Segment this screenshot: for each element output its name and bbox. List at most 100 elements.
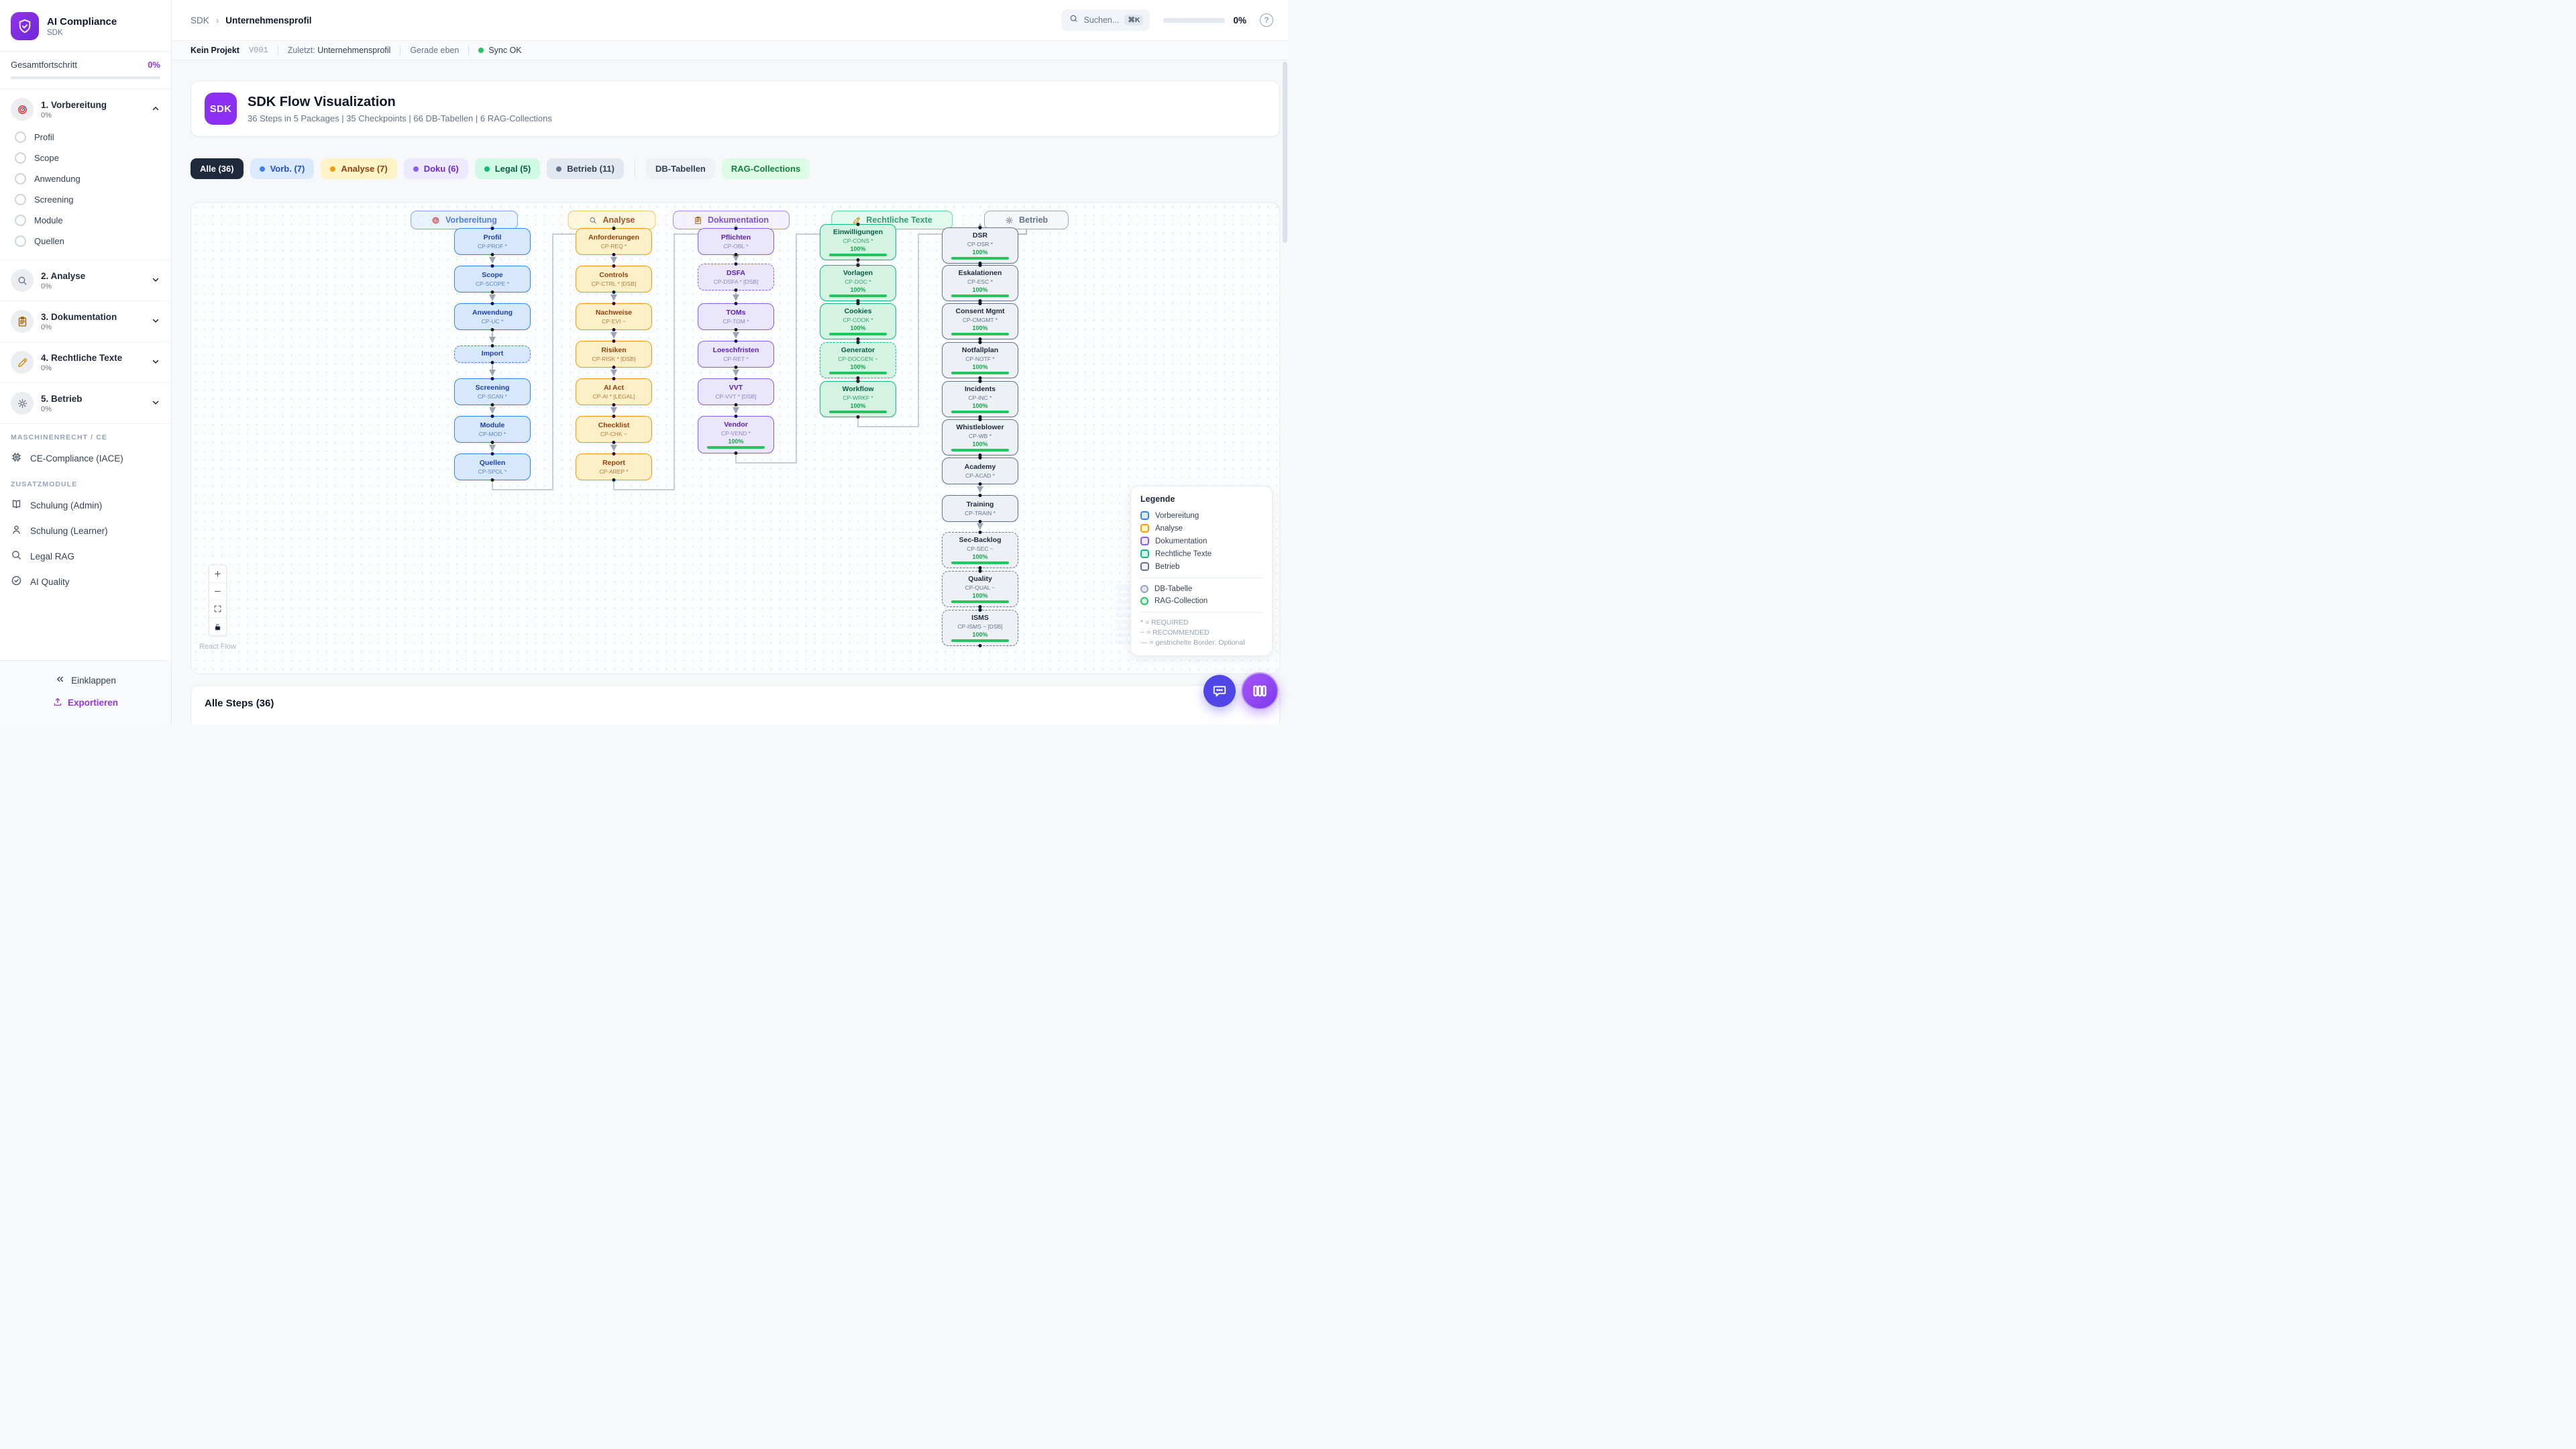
node-progress-value: 100% <box>850 246 865 252</box>
flow-canvas[interactable]: Legende VorbereitungAnalyseDokumentation… <box>191 202 1280 674</box>
package-header-prep[interactable]: Vorbereitung <box>411 211 518 229</box>
section-progress: 0% <box>41 364 144 372</box>
sidebar-link-schulung-learner-[interactable]: Schulung (Learner) <box>0 518 171 543</box>
flow-node-nachweise[interactable]: NachweiseCP-EVI ~ <box>576 303 652 330</box>
search-input[interactable]: Suchen... ⌘K <box>1061 9 1150 31</box>
flow-node-profil[interactable]: ProfilCP-PROF * <box>454 228 531 255</box>
flow-node-vendor[interactable]: VendorCP-VEND *100% <box>698 416 774 453</box>
sidebar-section-header-3[interactable]: 3. Dokumentation 0% <box>0 305 171 337</box>
step-status-circle <box>15 131 26 143</box>
package-header-analyse[interactable]: Analyse <box>568 211 656 229</box>
collapse-sidebar-button[interactable]: Einklappen <box>0 669 171 692</box>
node-progress-bar <box>829 411 887 413</box>
header-progress: 0% <box>1163 15 1246 25</box>
flow-node-toms[interactable]: TOMsCP-TOM * <box>698 303 774 330</box>
flow-node-scope[interactable]: ScopeCP-SCOPE * <box>454 266 531 292</box>
sidebar-link-legal-rag[interactable]: Legal RAG <box>0 543 171 569</box>
sidebar-item-module[interactable]: Module <box>0 210 171 231</box>
board-view-fab-button[interactable] <box>1241 672 1279 710</box>
flow-node-report[interactable]: ReportCP-AREP * <box>576 453 652 480</box>
package-header-doku[interactable]: Dokumentation <box>673 211 790 229</box>
flow-node-ai-act[interactable]: AI ActCP-AI * [LEGAL] <box>576 378 652 405</box>
filter-chip-db-tabellen[interactable]: DB-Tabellen <box>646 158 715 179</box>
scrollbar-thumb[interactable] <box>1283 62 1287 243</box>
flow-node-risiken[interactable]: RisikenCP-RISK * [DSB] <box>576 341 652 368</box>
package-header-betrieb[interactable]: Betrieb <box>984 211 1069 229</box>
reactflow-minus-button[interactable] <box>209 583 226 600</box>
sidebar-item-scope[interactable]: Scope <box>0 148 171 168</box>
sidebar-link-ai-quality[interactable]: AI Quality <box>0 569 171 594</box>
sidebar-item-profil[interactable]: Profil <box>0 127 171 148</box>
legend-item-rechtliche-texte: Rechtliche Texte <box>1140 547 1263 560</box>
export-button[interactable]: Exportieren <box>0 692 171 714</box>
sidebar-item-screening[interactable]: Screening <box>0 189 171 210</box>
filter-chip-doku-6-[interactable]: Doku (6) <box>404 158 468 179</box>
flow-node-vvt[interactable]: VVTCP-VVT * [DSB] <box>698 378 774 405</box>
flow-node-quality[interactable]: QualityCP-QUAL ~100% <box>942 571 1018 607</box>
flow-node-anwendung[interactable]: AnwendungCP-UC * <box>454 303 531 330</box>
chevron-down-icon <box>151 275 160 286</box>
flow-node-module[interactable]: ModuleCP-MOD * <box>454 416 531 443</box>
flow-node-whistleblower[interactable]: WhistleblowerCP-WB *100% <box>942 419 1018 455</box>
all-steps-card: Alle Steps (36) <box>191 685 1280 724</box>
sidebar-section-header-2[interactable]: 2. Analyse 0% <box>0 264 171 297</box>
sdk-badge: SDK <box>205 93 237 125</box>
node-progress-value: 100% <box>972 249 987 256</box>
filter-chip-betrieb-11-[interactable]: Betrieb (11) <box>547 158 624 179</box>
flow-node-vorlagen[interactable]: VorlagenCP-DOC *100% <box>820 265 896 301</box>
node-code: CP-DOC * <box>845 278 871 285</box>
step-status-circle <box>15 235 26 247</box>
package-label: Vorbereitung <box>445 215 497 225</box>
flow-node-dsr[interactable]: DSRCP-DSR *100% <box>942 227 1018 264</box>
node-code: CP-SCAN * <box>478 393 507 400</box>
flow-node-incidents[interactable]: IncidentsCP-INC *100% <box>942 381 1018 417</box>
flow-node-eskalationen[interactable]: EskalationenCP-ESC *100% <box>942 265 1018 301</box>
filter-chip-alle-36-[interactable]: Alle (36) <box>191 158 244 179</box>
flow-node-anforderungen[interactable]: AnforderungenCP-REQ * <box>576 228 652 255</box>
sidebar-section-header-1[interactable]: 1. Vorbereitung 0% <box>0 93 171 125</box>
reactflow-plus-button[interactable] <box>209 566 226 583</box>
flow-node-einwilligungen[interactable]: EinwilligungenCP-CONS *100% <box>820 224 896 260</box>
help-icon[interactable]: ? <box>1260 13 1273 27</box>
flow-node-training[interactable]: TrainingCP-TRAIN * <box>942 495 1018 522</box>
flow-node-sec-backlog[interactable]: Sec-BacklogCP-SEC ~100% <box>942 532 1018 568</box>
flow-node-generator[interactable]: GeneratorCP-DOCGEN ~100% <box>820 342 896 378</box>
sidebar-link-schulung-admin-[interactable]: Schulung (Admin) <box>0 492 171 518</box>
flow-node-consent-mgmt[interactable]: Consent MgmtCP-CMGMT *100% <box>942 303 1018 339</box>
node-title: Einwilligungen <box>833 228 883 237</box>
target-icon <box>11 98 34 121</box>
sidebar-item-anwendung[interactable]: Anwendung <box>0 168 171 189</box>
scrollbar[interactable] <box>1283 62 1287 724</box>
flow-node-dsfa[interactable]: DSFACP-DSFA * [DSB] <box>698 264 774 290</box>
flow-node-cookies[interactable]: CookiesCP-COOK *100% <box>820 303 896 339</box>
flow-node-quellen[interactable]: QuellenCP-SPOL * <box>454 453 531 480</box>
content-pane: SDK › Unternehmensprofil Suchen... ⌘K 0%… <box>172 0 1288 724</box>
reactflow-lock-button[interactable] <box>209 618 226 635</box>
sidebar-link-ce-compliance-iace-[interactable]: CE-Compliance (IACE) <box>0 445 171 471</box>
node-title: Anforderungen <box>588 233 639 242</box>
flow-node-notfallplan[interactable]: NotfallplanCP-NOTF *100% <box>942 342 1018 378</box>
breadcrumb-root[interactable]: SDK <box>191 15 209 25</box>
sidebar-item-quellen[interactable]: Quellen <box>0 231 171 252</box>
filter-chip-analyse-7-[interactable]: Analyse (7) <box>321 158 396 179</box>
flow-node-isms[interactable]: ISMSCP-ISMS ~ [DSB]100% <box>942 610 1018 646</box>
filter-chip-legal-5-[interactable]: Legal (5) <box>475 158 540 179</box>
flow-node-import[interactable]: Import <box>454 345 531 363</box>
sidebar-section-header-5[interactable]: 5. Betrieb 0% <box>0 387 171 419</box>
chat-fab-button[interactable] <box>1203 675 1236 707</box>
flow-node-loeschfristen[interactable]: LoeschfristenCP-RET * <box>698 341 774 368</box>
sidebar-group-label: MASCHINENRECHT / CE <box>0 424 171 445</box>
flow-node-checklist[interactable]: ChecklistCP-CHK ~ <box>576 416 652 443</box>
flow-node-screening[interactable]: ScreeningCP-SCAN * <box>454 378 531 405</box>
flow-node-pflichten[interactable]: PflichtenCP-OBL * <box>698 228 774 255</box>
flow-node-academy[interactable]: AcademyCP-ACAD * <box>942 458 1018 484</box>
chip-icon <box>11 451 22 465</box>
sidebar-section-header-4[interactable]: 4. Rechtliche Texte 0% <box>0 346 171 378</box>
reactflow-fit-button[interactable] <box>209 600 226 618</box>
flow-node-workflow[interactable]: WorkflowCP-WRKF *100% <box>820 381 896 417</box>
flow-node-controls[interactable]: ControlsCP-CTRL * [DSB] <box>576 266 652 292</box>
node-progress-bar <box>951 561 1009 564</box>
filter-chip-vorb-7-[interactable]: Vorb. (7) <box>250 158 315 179</box>
legend-note: * = REQUIRED <box>1140 617 1263 627</box>
filter-chip-rag-collections[interactable]: RAG-Collections <box>722 158 810 179</box>
